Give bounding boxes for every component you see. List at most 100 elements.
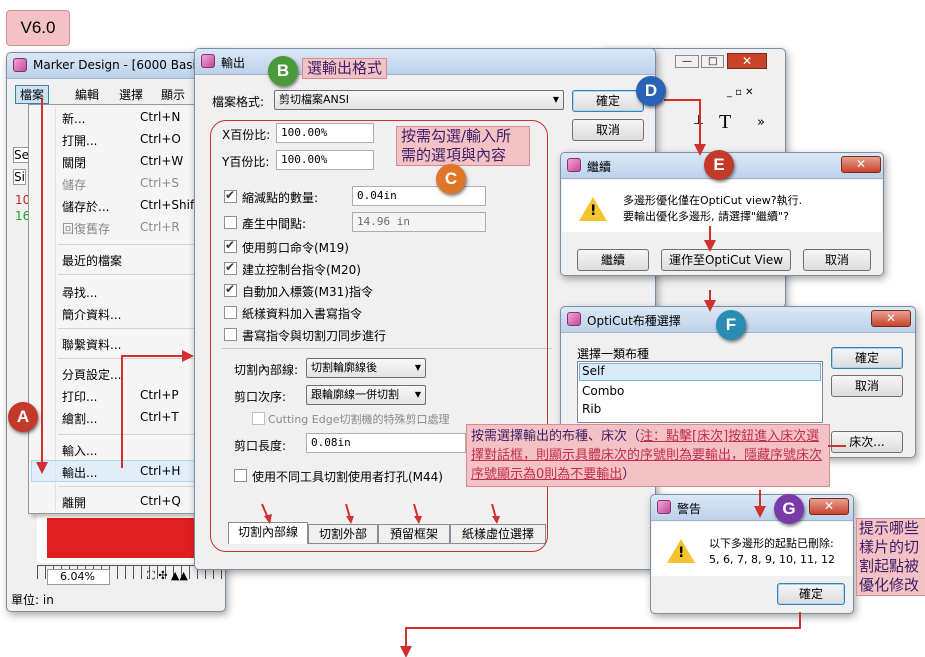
close-icon[interactable]: ✕	[727, 53, 768, 69]
continue-title: 繼續	[587, 160, 612, 174]
warning-mark: !	[590, 203, 597, 219]
output-title-bar: 輸出	[195, 49, 655, 75]
file-menu-item[interactable]: 新...	[62, 110, 85, 127]
more-tools-icon[interactable]: »	[757, 115, 765, 130]
callout-f-close: ）	[622, 467, 636, 482]
format-label: 檔案格式:	[212, 95, 265, 109]
app-icon	[567, 312, 581, 326]
file-menu-shortcut: Ctrl+Q	[140, 494, 181, 508]
main-title: Marker Design - [6000 Basic	[33, 58, 203, 72]
app-icon	[13, 58, 27, 72]
file-menu-shortcut: Ctrl+N	[140, 110, 181, 124]
text-tool-icon[interactable]: T	[719, 111, 731, 134]
layout-cancel-button[interactable]: 取消	[831, 375, 903, 397]
warning-close-icon[interactable]: ✕	[809, 498, 849, 515]
layout-close-icon[interactable]: ✕	[871, 310, 911, 327]
callout-g: 提示哪些 樣片的切 割起點被 優化修改	[856, 518, 925, 596]
file-menu-item[interactable]: 輸出...	[62, 464, 97, 481]
file-menu-item[interactable]: 最近的檔案	[62, 252, 122, 269]
warning-dialog: 警告 ✕ ! 以下多邊形的起點已刪除: 5, 6, 7, 8, 9, 10, 1…	[650, 494, 854, 614]
callout-c: 按需勾選/輸入所 需的選項與內容	[396, 126, 530, 166]
callout-b: 選輸出格式	[302, 58, 388, 79]
file-menu-item[interactable]: 回復舊存	[62, 220, 110, 237]
layout-list[interactable]: Self Combo Rib	[577, 361, 823, 423]
tool-icon[interactable]: ⊥	[693, 113, 704, 128]
menu-gutter	[55, 107, 56, 511]
zoom-value[interactable]: 6.04%	[47, 569, 110, 585]
continue-button[interactable]: 繼續	[577, 249, 649, 271]
file-menu-item[interactable]: 分頁設定...	[62, 366, 121, 383]
menu-separator	[58, 328, 194, 329]
file-menu-shortcut: Ctrl+O	[140, 132, 181, 146]
bed-button[interactable]: 床次...	[831, 431, 903, 453]
file-menu-item[interactable]: 離開	[62, 494, 86, 511]
version-label: V6.0	[20, 18, 56, 37]
layout-ok-button[interactable]: 確定	[831, 347, 903, 369]
file-menu-item[interactable]: 輸入...	[62, 442, 97, 459]
layout-item-combo[interactable]: Combo	[582, 384, 624, 398]
file-menu-item[interactable]: 打開...	[62, 132, 97, 149]
callout-f-text: 按需選擇輸出的布種、床次（	[471, 429, 641, 444]
cancel-button[interactable]: 取消	[572, 119, 644, 141]
ok-button[interactable]: 確定	[572, 90, 644, 112]
continue-message: 多邊形優化僅在OptiCut view?執行. 要輸出優化多邊形, 請選擇"繼續…	[623, 194, 803, 223]
file-menu-shortcut: Ctrl+T	[140, 410, 179, 424]
restore-icon[interactable]: _ ▫ ✕	[727, 87, 754, 98]
callout-f: 按需選擇輸出的布種、床次（注：點擊[床次]按鈕進入床次選擇對話框，則顯示具體床次…	[466, 424, 830, 487]
warning-title: 警告	[677, 502, 702, 516]
format-value: 剪切檔案ANSI	[279, 93, 349, 106]
side-si: Si	[13, 169, 26, 185]
format-select[interactable]: 剪切檔案ANSI	[274, 90, 564, 110]
status-bar: 單位: in	[11, 593, 54, 607]
zoom-icons[interactable]: ⛶ ✣ ▲▲	[147, 569, 188, 583]
layout-title: OptiCut布種選擇	[587, 314, 681, 328]
file-menu-item[interactable]: 簡介資料...	[62, 306, 121, 323]
file-menu-item[interactable]: 聯繫資料...	[62, 336, 121, 353]
layout-item-rib[interactable]: Rib	[582, 402, 601, 416]
file-menu-shortcut: Ctrl+Shift	[140, 198, 199, 212]
output-title: 輸出	[221, 56, 246, 70]
menu-edit[interactable]: 編輯	[75, 86, 99, 103]
menu-view[interactable]: 顯示	[161, 86, 185, 103]
app-icon	[657, 500, 671, 514]
continue-cancel-button[interactable]: 取消	[803, 249, 871, 271]
file-menu-item[interactable]: 儲存於...	[62, 198, 109, 215]
badge-e: E	[704, 150, 734, 180]
warning-ok-button[interactable]: 確定	[777, 583, 845, 605]
menu-separator	[58, 244, 194, 245]
maximize-icon[interactable]: □	[701, 55, 725, 68]
layout-label: 選擇一類布種	[577, 347, 650, 361]
menu-separator	[58, 486, 194, 487]
warning-mark: !	[678, 545, 685, 561]
file-menu-shortcut: Ctrl+R	[140, 220, 180, 234]
menubar: 檔案 編輯 選擇 顯示	[11, 83, 211, 104]
badge-c: C	[436, 164, 466, 194]
warning-message-2: 5, 6, 7, 8, 9, 10, 11, 12	[709, 553, 835, 566]
file-menu-item[interactable]: 打印...	[62, 388, 97, 405]
file-menu-shortcut: Ctrl+H	[140, 464, 181, 478]
marker-red	[47, 518, 197, 558]
file-menu-shortcut: Ctrl+S	[140, 176, 180, 190]
main-title-bar: Marker Design - [6000 Basic	[7, 53, 225, 79]
menu-separator	[58, 274, 194, 275]
menu-separator	[58, 358, 194, 359]
goto-opticut-button[interactable]: 運作至OptiCut View	[661, 249, 791, 271]
layout-item-self[interactable]: Self	[579, 363, 821, 381]
app-icon	[201, 54, 215, 68]
file-menu-item[interactable]: 繪割...	[62, 410, 97, 427]
version-tag: V6.0	[6, 10, 70, 46]
badge-f: F	[716, 310, 746, 340]
badge-g: G	[774, 494, 804, 524]
app-icon	[567, 158, 581, 172]
file-menu-shortcut: Ctrl+W	[140, 154, 184, 168]
badge-d: D	[636, 76, 666, 106]
menu-select[interactable]: 選擇	[119, 86, 143, 103]
file-menu-item[interactable]: 儲存	[62, 176, 86, 193]
minimize-icon[interactable]: —	[675, 55, 699, 68]
continue-close-icon[interactable]: ✕	[841, 156, 881, 173]
file-menu-item[interactable]: 尋找...	[62, 284, 97, 301]
menu-separator	[58, 434, 194, 435]
badge-b: B	[268, 56, 298, 86]
file-menu-item[interactable]: 關閉	[62, 154, 86, 171]
menu-file[interactable]: 檔案	[15, 85, 50, 104]
